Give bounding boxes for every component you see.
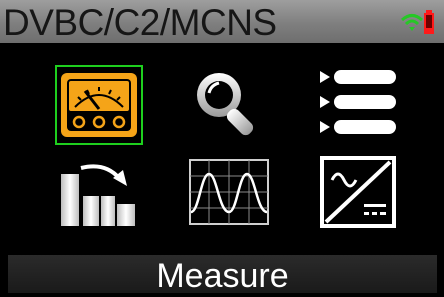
bar-chart-arrow-icon [61,164,135,226]
battery-icon [424,10,434,34]
status-icons [400,8,438,36]
ac-dc-icon [320,156,396,228]
bar-chart-tile[interactable] [55,152,143,232]
meter-icon [61,73,137,137]
search-icon [197,73,254,136]
device-screen: DVBC/C2/MCNS Measure [0,0,444,295]
ac-dc-tile[interactable] [314,152,402,232]
screen-title: DVBC/C2/MCNS [3,2,277,43]
list-tile[interactable] [314,65,402,145]
search-tile[interactable] [185,65,273,145]
waveform-tile[interactable] [185,152,273,232]
footer-bar: Measure [8,255,437,295]
waveform-icon [189,159,269,225]
selected-function-label: Measure [156,257,289,295]
title-bar: DVBC/C2/MCNS [0,0,444,43]
meter-tile[interactable] [55,65,143,145]
list-icon [320,70,396,134]
